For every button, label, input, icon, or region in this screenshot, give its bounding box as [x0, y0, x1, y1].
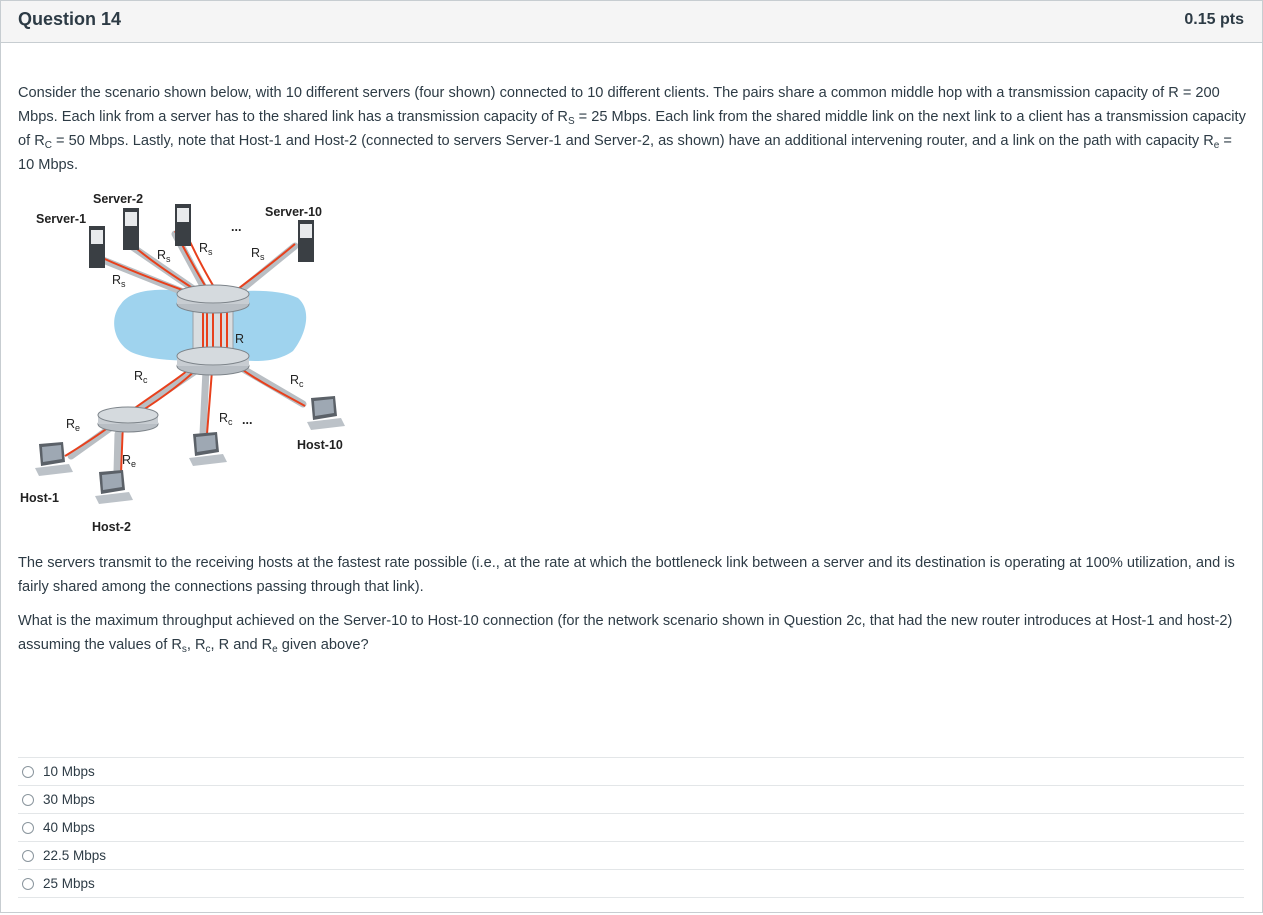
ellipsis-top: ... [231, 220, 241, 234]
radio-button[interactable] [22, 793, 34, 806]
subscript: C [44, 140, 52, 151]
router-bottom [176, 346, 250, 376]
answer-label: 10 Mbps [43, 764, 95, 779]
question-header: Question 14 0.15 pts [1, 1, 1262, 43]
rate-label: Rs [157, 248, 171, 264]
answer-list: 10 Mbps 30 Mbps 40 Mbps 22.5 Mbps 25 Mbp… [18, 757, 1244, 898]
rate-label: Re [122, 453, 136, 469]
answer-option[interactable]: 25 Mbps [18, 870, 1244, 898]
rate-label: Re [66, 417, 80, 433]
server-icon [175, 204, 191, 246]
ellipsis-mid: ... [242, 413, 252, 427]
radio-button[interactable] [22, 821, 34, 834]
network-diagram: Server-1 Server-2 Server-10 Host-1 Host-… [20, 192, 345, 534]
text-segment: given above? [277, 637, 369, 653]
answer-label: 22.5 Mbps [43, 848, 107, 863]
question-intro: Consider the scenario shown below, with … [18, 81, 1250, 177]
server10-label: Server-10 [265, 205, 322, 219]
router-top [176, 284, 250, 314]
answer-option[interactable]: 40 Mbps [18, 814, 1244, 842]
server-icon [123, 208, 139, 250]
text-segment: = 50 Mbps. Lastly, note that Host-1 and … [52, 133, 1214, 149]
answer-label: 25 Mbps [43, 876, 95, 891]
rate-label: Rc [134, 369, 148, 385]
question-card: Question 14 0.15 pts Consider the scenar… [0, 0, 1263, 913]
rate-label: Rs [251, 246, 265, 262]
question-points: 0.15 pts [1184, 11, 1244, 28]
host10-label: Host-10 [297, 438, 343, 452]
question-transmit-text: The servers transmit to the receiving ho… [18, 555, 1235, 595]
subscript: S [567, 116, 575, 127]
radio-button[interactable] [22, 877, 34, 890]
rate-label: Rs [199, 241, 213, 257]
answer-option[interactable]: 10 Mbps [18, 758, 1244, 786]
desktop-icon [307, 396, 345, 430]
radio-button[interactable] [22, 849, 34, 862]
router-edge [97, 406, 159, 433]
server-icon [298, 220, 314, 262]
server-icon [89, 226, 105, 268]
desktop-icon [189, 432, 227, 466]
host1-label: Host-1 [20, 491, 59, 505]
text-segment: , R and R [210, 637, 273, 653]
text-segment: , R [186, 637, 206, 653]
rate-label: R [235, 332, 244, 346]
rate-label: Rc [219, 411, 233, 427]
rate-label: Rc [290, 373, 304, 389]
question-prompt: What is the maximum throughput achieved … [18, 609, 1250, 657]
answer-label: 40 Mbps [43, 820, 95, 835]
answer-option[interactable]: 22.5 Mbps [18, 842, 1244, 870]
answer-label: 30 Mbps [43, 792, 95, 807]
radio-button[interactable] [22, 765, 34, 778]
answer-option[interactable]: 30 Mbps [18, 786, 1244, 814]
server2-label: Server-2 [93, 192, 143, 206]
server1-label: Server-1 [36, 212, 86, 226]
question-title: Question 14 [18, 9, 122, 29]
rate-label: Rs [112, 273, 126, 289]
desktop-icon [95, 470, 133, 504]
desktop-icon [35, 442, 73, 476]
host2-label: Host-2 [92, 520, 131, 534]
